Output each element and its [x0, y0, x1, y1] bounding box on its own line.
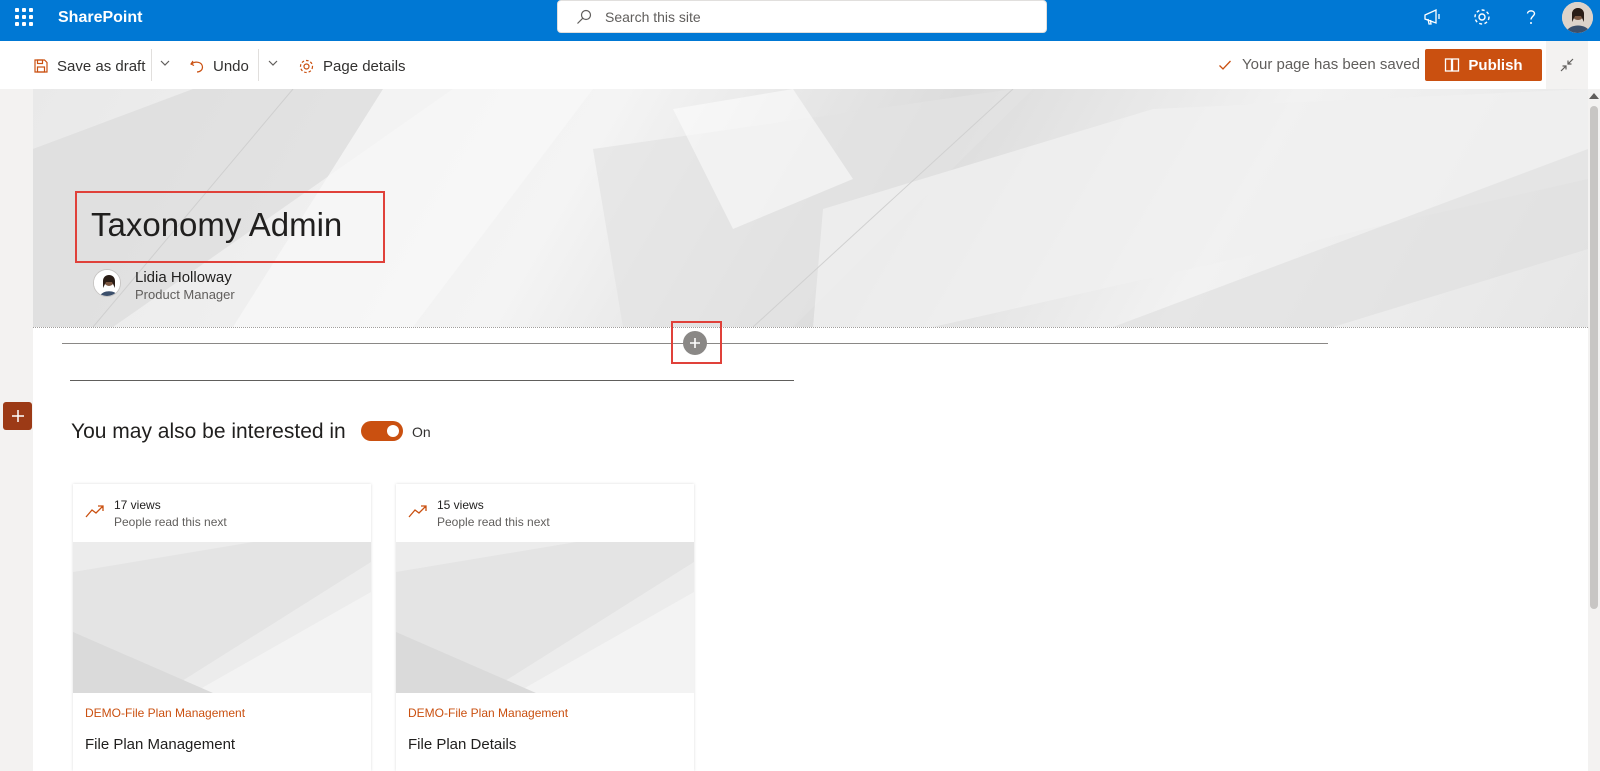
divider — [258, 49, 259, 81]
author-name: Lidia Holloway — [135, 269, 232, 286]
author-role: Product Manager — [135, 287, 235, 302]
card-title[interactable]: File Plan Details — [408, 736, 516, 753]
related-heading: You may also be interested in — [71, 420, 346, 443]
add-icon — [11, 410, 24, 422]
related-toggle[interactable] — [361, 421, 403, 441]
save-icon — [34, 59, 48, 73]
search-input[interactable]: Search this site — [605, 9, 701, 25]
settings-icon — [299, 59, 314, 73]
card-views: 17 views — [114, 498, 161, 512]
card-title[interactable]: File Plan Management — [85, 736, 235, 753]
author-avatar — [93, 269, 121, 297]
collapse-button[interactable] — [1546, 41, 1588, 89]
page-details-label: Page details — [323, 57, 406, 75]
undo-label: Undo — [213, 57, 249, 75]
toggle-knob — [387, 425, 399, 437]
toggle-label: On — [412, 424, 431, 440]
card-thumbnail — [73, 542, 371, 693]
book-icon — [1445, 58, 1460, 72]
card-subtitle: People read this next — [437, 515, 550, 529]
gear-icon[interactable] — [1471, 6, 1493, 28]
save-status: Your page has been saved — [1218, 56, 1420, 73]
page-title[interactable]: Taxonomy Admin — [91, 206, 342, 244]
checkmark-icon — [1219, 60, 1231, 70]
card-site-link[interactable]: DEMO-File Plan Management — [408, 706, 568, 720]
help-icon[interactable] — [1520, 6, 1542, 28]
card-views: 15 views — [437, 498, 484, 512]
divider — [70, 380, 794, 381]
add-web-part-button[interactable] — [683, 331, 707, 355]
add-icon — [690, 338, 700, 348]
left-rail — [0, 89, 33, 771]
news-card[interactable]: 17 views People read this next DEMO-File… — [73, 484, 371, 771]
search-icon — [577, 9, 592, 24]
section-boundary — [33, 327, 1588, 328]
title-area[interactable]: Taxonomy Admin Lidia Holloway Product Ma… — [33, 89, 1588, 327]
megaphone-icon[interactable] — [1422, 6, 1444, 28]
account-avatar[interactable] — [1562, 2, 1593, 33]
publish-label: Publish — [1468, 56, 1523, 74]
brand-name[interactable]: SharePoint — [58, 9, 142, 27]
chevron-down-icon[interactable] — [267, 57, 279, 69]
divider — [151, 49, 152, 81]
scroll-up-arrow[interactable] — [1589, 93, 1599, 99]
search-box[interactable]: Search this site — [557, 0, 1047, 33]
chevron-down-icon[interactable] — [159, 57, 171, 69]
command-bar: Save as draft Undo Page details Your pag… — [0, 41, 1600, 89]
trending-icon — [85, 505, 104, 518]
collapse-icon — [1560, 58, 1574, 72]
card-thumbnail — [396, 542, 694, 693]
news-card[interactable]: 15 views People read this next DEMO-File… — [396, 484, 694, 771]
undo-icon — [190, 60, 204, 73]
publish-button[interactable]: Publish — [1425, 49, 1542, 81]
card-site-link[interactable]: DEMO-File Plan Management — [85, 706, 245, 720]
card-subtitle: People read this next — [114, 515, 227, 529]
app-launcher-icon[interactable] — [15, 8, 33, 26]
save-status-text: Your page has been saved — [1242, 56, 1420, 73]
add-section-button[interactable] — [3, 402, 32, 430]
page-details-button[interactable]: Page details — [298, 55, 406, 77]
save-as-draft-button[interactable]: Save as draft — [33, 55, 145, 77]
undo-button[interactable]: Undo — [189, 55, 249, 77]
suite-bar: SharePoint Search this site — [0, 0, 1600, 41]
scrollbar-thumb[interactable] — [1590, 106, 1598, 609]
save-as-draft-label: Save as draft — [57, 57, 146, 75]
trending-icon — [408, 505, 427, 518]
